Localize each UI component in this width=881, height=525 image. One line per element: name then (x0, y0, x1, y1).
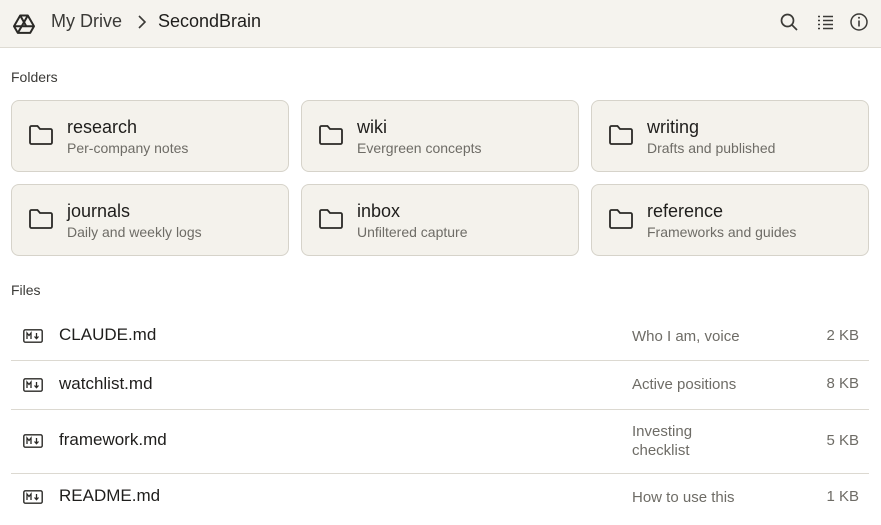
file-name: CLAUDE.md (59, 325, 157, 344)
breadcrumb-my-drive[interactable]: My Drive (51, 11, 122, 32)
folder-card-wiki[interactable]: wiki Evergreen concepts (301, 100, 579, 172)
files-section-label: Files (11, 282, 41, 298)
folder-icon (609, 209, 633, 229)
file-size: 5 KB (826, 432, 859, 449)
folder-name: wiki (357, 117, 387, 137)
folder-icon (319, 209, 343, 229)
folder-name: reference (647, 201, 724, 221)
file-row-claude[interactable]: CLAUDE.md Who I am, voice 2 KB (11, 311, 869, 361)
folder-card-journals[interactable]: journals Daily and weekly logs (11, 184, 289, 256)
folder-icon (29, 209, 53, 229)
folder-description: Per-company notes (67, 140, 189, 156)
chevron-right-icon (138, 15, 147, 29)
markdown-file-icon (23, 490, 43, 504)
file-description: Who I am, voice (632, 328, 740, 345)
folder-card-reference[interactable]: reference Frameworks and guides (591, 184, 869, 256)
breadcrumb-current-folder: SecondBrain (158, 11, 262, 31)
folder-icon (609, 125, 633, 145)
markdown-file-icon (23, 434, 43, 448)
file-description: How to use this (632, 489, 735, 506)
folder-icon (29, 125, 53, 145)
file-row-framework[interactable]: framework.md Investing checklist 5 KB (11, 410, 869, 474)
folder-description: Frameworks and guides (647, 224, 797, 240)
top-bar: My Drive SecondBrain (0, 0, 881, 48)
folder-name: inbox (357, 201, 401, 221)
folder-description: Unfiltered capture (357, 224, 468, 240)
folder-description: Evergreen concepts (357, 140, 482, 156)
folder-icon (319, 125, 343, 145)
file-size: 8 KB (826, 375, 859, 392)
search-icon[interactable] (779, 12, 799, 32)
info-icon[interactable] (849, 12, 869, 32)
file-size: 1 KB (826, 488, 859, 505)
folders-section-label: Folders (11, 69, 58, 85)
file-description: Active positions (632, 376, 737, 393)
folder-card-inbox[interactable]: inbox Unfiltered capture (301, 184, 579, 256)
folder-name: writing (647, 117, 700, 137)
folder-name: research (67, 117, 138, 137)
file-name: watchlist.md (59, 374, 153, 393)
folder-name: journals (67, 201, 131, 221)
markdown-file-icon (23, 378, 43, 392)
file-name: framework.md (59, 430, 167, 449)
folder-description: Daily and weekly logs (67, 224, 202, 240)
folder-description: Drafts and published (647, 140, 776, 156)
file-row-watchlist[interactable]: watchlist.md Active positions 8 KB (11, 361, 869, 410)
markdown-file-icon (23, 329, 43, 343)
folder-card-research[interactable]: research Per-company notes (11, 100, 289, 172)
drive-logo-icon[interactable] (12, 12, 36, 36)
file-name: README.md (59, 486, 161, 505)
file-size: 2 KB (826, 327, 859, 344)
file-row-readme[interactable]: README.md How to use this 1 KB (11, 474, 869, 525)
folder-card-writing[interactable]: writing Drafts and published (591, 100, 869, 172)
file-description: Investing checklist (632, 423, 693, 459)
list-view-icon[interactable] (815, 12, 835, 32)
